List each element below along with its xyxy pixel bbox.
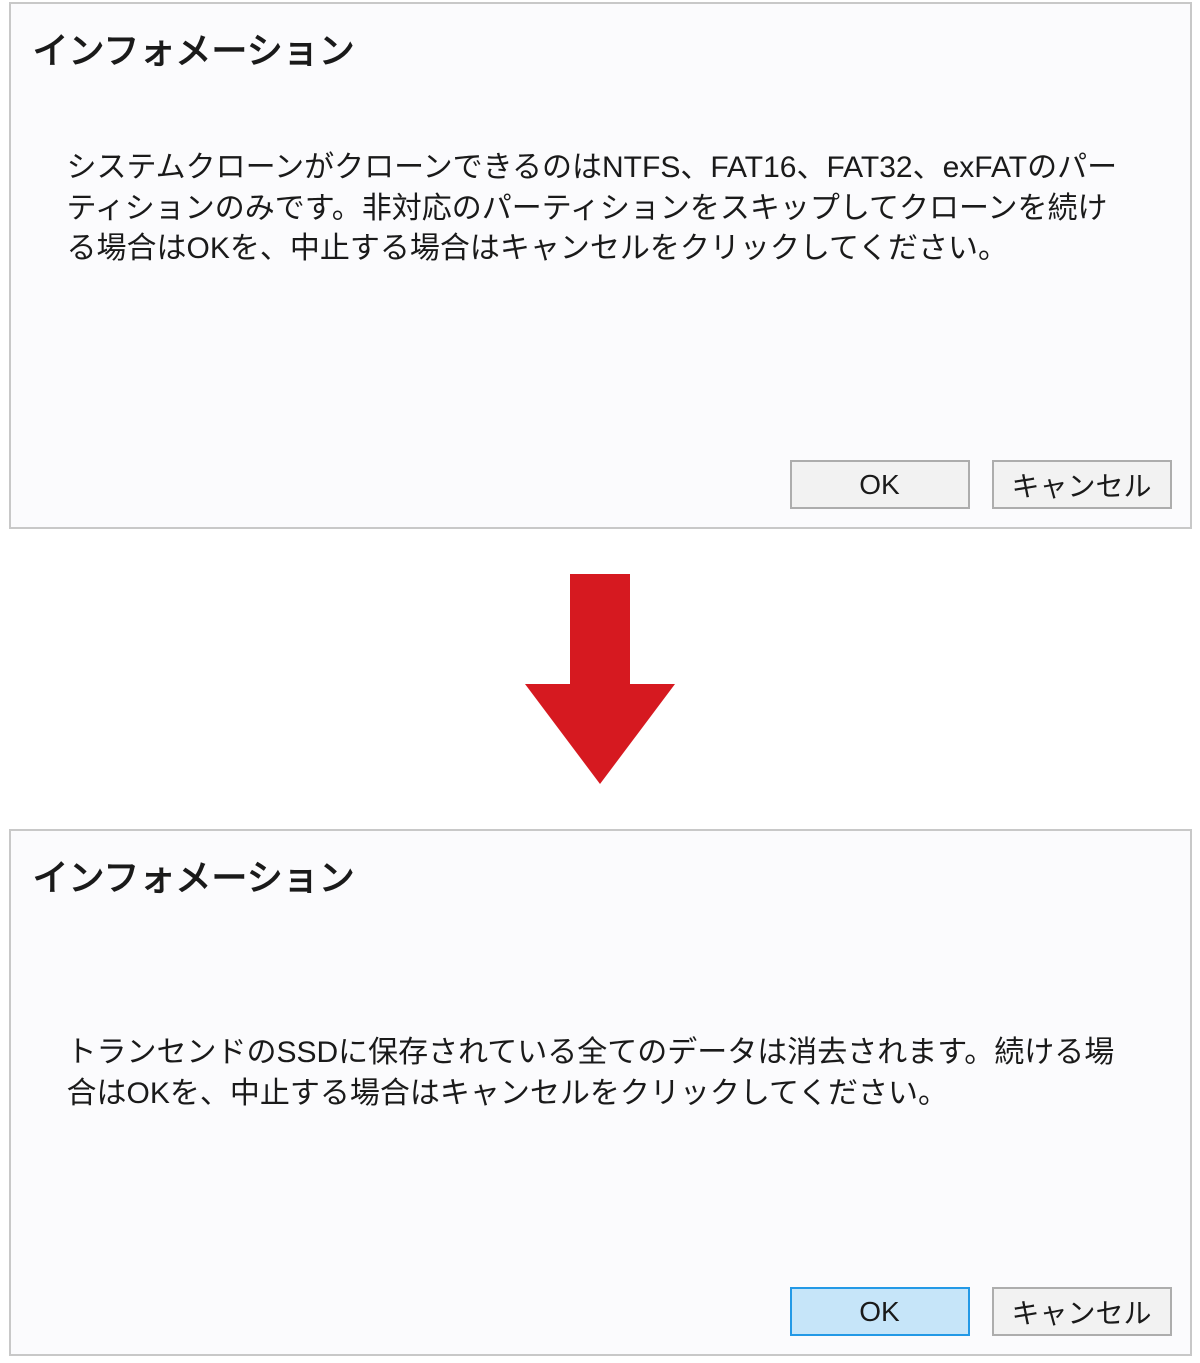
ok-button[interactable]: OK [790,1287,970,1336]
dialog-title: インフォメーション [11,4,1190,74]
cancel-button[interactable]: キャンセル [992,1287,1172,1336]
dialog-message: システムクローンがクローンできるのはNTFS、FAT16、FAT32、exFAT… [67,148,1134,270]
button-row: OK キャンセル [790,460,1172,509]
arrow-down-icon [525,574,675,784]
flow-arrow [9,529,1192,829]
information-dialog-2: インフォメーション トランセンドのSSDに保存されている全てのデータは消去されま… [9,829,1192,1356]
ok-button[interactable]: OK [790,460,970,509]
dialog-message: トランセンドのSSDに保存されている全てのデータは消去されます。続ける場合はOK… [67,1033,1134,1114]
button-row: OK キャンセル [790,1287,1172,1336]
information-dialog-1: インフォメーション システムクローンがクローンできるのはNTFS、FAT16、F… [9,2,1192,529]
cancel-button[interactable]: キャンセル [992,460,1172,509]
dialog-title: インフォメーション [11,831,1190,901]
